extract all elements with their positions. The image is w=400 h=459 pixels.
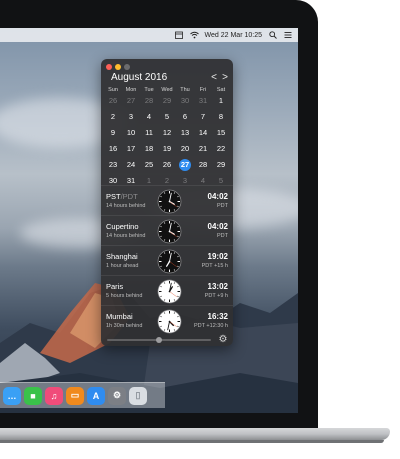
clock-offset-label: 14 hours behind [106,203,146,209]
clock-digital-time: 16:32 [207,312,228,321]
facetime-icon[interactable]: ■ [24,386,42,405]
analog-clock-icon [157,219,182,244]
next-month-button[interactable]: > [222,72,228,84]
analog-clock-icon [157,189,182,214]
menubar-clock[interactable]: Wed 22 Mar 10:25 [205,32,262,39]
dock: … ■ ♫ ▭ A ⚙ ▯ [0,382,165,408]
calendar-day[interactable]: 19 [158,141,176,157]
clock-city-name: Cupertino [106,222,139,231]
calendar-day[interactable]: 30 [176,93,194,109]
app-store-icon[interactable]: A [87,386,105,405]
world-clock-list: PST/PDT 14 hours behind 04:02 PDT Cupertino 1… [101,185,233,335]
close-button[interactable] [106,64,112,70]
calendar-day[interactable]: 26 [158,157,176,173]
notification-center-icon[interactable] [283,31,292,40]
month-title: August 2016 [111,72,168,83]
clock-timezone-label: PDT +12:30 h [194,323,228,329]
calendar-day[interactable]: 29 [158,93,176,109]
calendar-week: 9 10 11 12 13 14 15 [104,125,230,141]
calendar-day[interactable]: 7 [194,109,212,125]
clock-digital-time: 19:02 [207,252,228,261]
calendar-day[interactable]: 23 [104,157,122,173]
spotlight-icon[interactable] [268,31,277,40]
calendar-day[interactable]: 29 [212,157,230,173]
world-clock-row[interactable]: PST/PDT 14 hours behind 04:02 PDT [101,185,233,215]
calendar-day[interactable]: 1 [212,93,230,109]
clock-offset-label: 14 hours behind [106,233,146,239]
world-clock-row[interactable]: Shanghai 1 hour ahead 19:02 PDT +15 h [101,245,233,275]
calendar-grid: 26 27 28 29 30 31 1 2 3 4 5 6 7 8 9 10 11 12 13 14 15 16 17 18 1… [104,93,230,189]
time-slider-knob[interactable] [156,337,162,343]
calendar-day[interactable]: 31 [194,93,212,109]
calendar-day[interactable]: 24 [122,157,140,173]
calendar-day[interactable]: 27 [122,93,140,109]
calendar-day[interactable]: 18 [140,141,158,157]
clock-city-name: Mumbai [106,312,133,321]
calendar-day[interactable]: 9 [104,125,122,141]
world-clock-row[interactable]: Cupertino 14 hours behind 04:02 PDT [101,215,233,245]
calendar-week: 26 27 28 29 30 31 1 [104,93,230,109]
clock-timezone-label: PDT +15 h [201,263,228,269]
minimize-button[interactable] [115,64,121,70]
clock-offset-label: 5 hours behind [106,293,143,299]
analog-clock-icon [157,279,182,304]
clock-digital-time: 04:02 [207,222,228,231]
clock-offset-label: 1 hour ahead [106,263,139,269]
macbook-scene: Wed 22 Mar 10:25 … ■ ♫ ▭ A ⚙ ▯ August 2016 < >… [0,0,400,459]
world-clock-row[interactable]: Paris 5 hours behind 13:02 PDT +9 h [101,275,233,305]
ibooks-icon[interactable]: ▭ [66,386,84,405]
calendar-day[interactable]: 3 [122,109,140,125]
calendar-world-clock-window: August 2016 < > Sun Mon Tue Wed Thu Fri Sat 26… [101,59,233,346]
analog-clock-icon [157,309,182,334]
calendar-day[interactable]: 26 [104,93,122,109]
calendar-day[interactable]: 17 [122,141,140,157]
analog-clock-icon [157,249,182,274]
world-clock-row[interactable]: Mumbai 1h 30m behind 16:32 PDT +12:30 h [101,305,233,335]
calendar-day[interactable]: 16 [104,141,122,157]
calendar-day[interactable]: 4 [140,109,158,125]
itunes-icon[interactable]: ♫ [45,386,63,405]
calendar-day[interactable]: 15 [212,125,230,141]
clock-timezone-label: PDT [217,233,228,239]
calendar-day[interactable]: 5 [158,109,176,125]
clock-digital-time: 13:02 [207,282,228,291]
calendar-day[interactable]: 21 [194,141,212,157]
calendar-week: 2345678 [104,109,230,125]
menu-bar: Wed 22 Mar 10:25 [0,28,298,42]
calendar-day[interactable]: 8 [212,109,230,125]
calendar-day[interactable]: 2 [104,109,122,125]
calendar-day[interactable]: 6 [176,109,194,125]
calendar-icon[interactable] [175,31,184,40]
wifi-icon[interactable] [189,31,199,40]
clock-digital-time: 04:02 [207,192,228,201]
clock-offset-label: 1h 30m behind [106,323,143,329]
clock-timezone-label: PDT +9 h [204,293,228,299]
calendar-day[interactable]: 20 [176,141,194,157]
zoom-button[interactable] [124,64,130,70]
messages-icon[interactable]: … [3,386,21,405]
calendar-day-today[interactable]: 27 [176,157,194,173]
panel-footer: ⚙ [101,333,233,346]
clock-city-name: PST/PDT [106,192,138,201]
clock-city-name: Paris [106,282,124,291]
laptop-base [0,428,390,440]
settings-gear-icon[interactable]: ⚙ [217,334,229,346]
calendar-day[interactable]: 28 [140,93,158,109]
calendar-day[interactable]: 22 [212,141,230,157]
clock-city-name: Shanghai [106,252,138,261]
calendar-week: 16 17 18 19 20 21 22 [104,141,230,157]
calendar-day[interactable]: 25 [140,157,158,173]
calendar-week: 23 24 25 26 27 28 29 [104,157,230,173]
calendar-day[interactable]: 11 [140,125,158,141]
calendar-day[interactable]: 12 [158,125,176,141]
laptop-base-lip [0,440,384,443]
calendar-day[interactable]: 28 [194,157,212,173]
calendar-day[interactable]: 10 [122,125,140,141]
clock-timezone-label: PDT [217,203,228,209]
trash-icon[interactable]: ▯ [129,386,147,405]
calendar-day[interactable]: 13 [176,125,194,141]
prev-month-button[interactable]: < [211,72,217,84]
calendar-day[interactable]: 14 [194,125,212,141]
system-preferences-icon[interactable]: ⚙ [108,386,126,405]
